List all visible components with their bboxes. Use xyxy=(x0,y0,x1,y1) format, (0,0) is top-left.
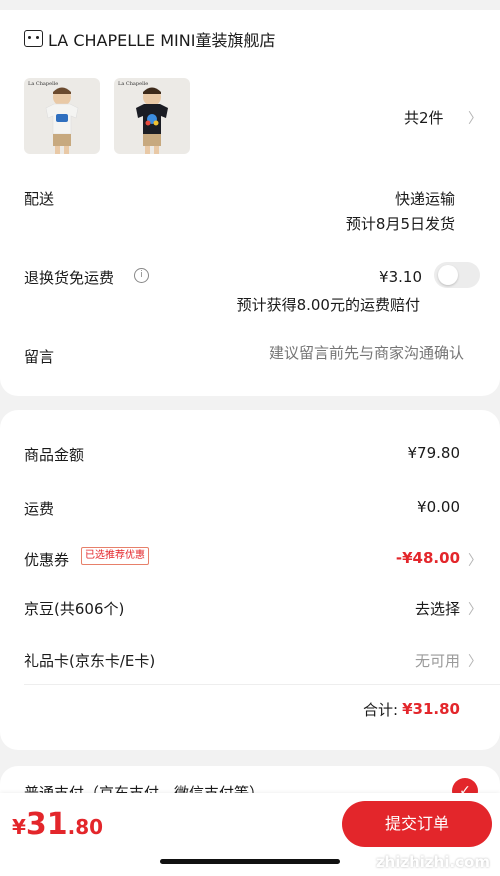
price-integer: 31 xyxy=(25,807,68,842)
info-icon[interactable]: i xyxy=(134,268,149,283)
product-thumbnail-2[interactable]: La Chapelle xyxy=(114,78,190,154)
total-value: ¥31.80 xyxy=(402,700,460,718)
giftcard-value[interactable]: 无可用 xyxy=(415,650,460,671)
divider xyxy=(24,684,500,685)
jingdou-label: 京豆(共606个) xyxy=(24,600,125,618)
order-store-card: LA CHAPELLE MINI童装旗舰店 La Chapelle La Cha… xyxy=(0,10,500,396)
thumbnail-brand: La Chapelle xyxy=(28,81,59,87)
store-icon xyxy=(24,30,43,47)
product-image xyxy=(136,87,168,154)
chevron-right-icon[interactable]: 〉 xyxy=(468,108,482,128)
return-insurance-toggle[interactable] xyxy=(434,262,480,288)
chevron-right-icon[interactable]: 〉 xyxy=(468,599,482,619)
message-label: 留言 xyxy=(24,348,55,366)
return-insurance-price: ¥3.10 xyxy=(379,268,422,286)
delivery-estimate: 预计8月5日发货 xyxy=(345,215,455,233)
store-name[interactable]: LA CHAPELLE MINI童装旗舰店 xyxy=(48,27,275,51)
return-insurance-note: 预计获得8.00元的运费赔付 xyxy=(237,294,420,315)
checkout-bar: ¥31.80 提交订单 zhizhizhi.com xyxy=(0,793,500,876)
home-indicator[interactable] xyxy=(160,859,340,864)
currency-symbol: ¥ xyxy=(12,815,26,839)
delivery-method[interactable]: 快递运输 xyxy=(395,188,455,209)
toggle-knob xyxy=(438,265,458,285)
shipping-label: 运费 xyxy=(24,500,55,518)
price-summary-card: 商品金额 ¥79.80 运费 ¥0.00 优惠券 已选推荐优惠 -¥48.00 … xyxy=(0,410,500,750)
bottom-total-price: ¥31.80 xyxy=(12,807,103,842)
coupon-label: 优惠券 xyxy=(24,551,70,569)
delivery-label: 配送 xyxy=(24,190,55,208)
coupon-badge: 已选推荐优惠 xyxy=(81,547,149,565)
goods-amount-value: ¥79.80 xyxy=(407,444,461,462)
goods-amount-label: 商品金额 xyxy=(24,446,85,464)
product-image xyxy=(45,87,79,154)
price-decimal: .80 xyxy=(67,815,104,839)
chevron-right-icon[interactable]: 〉 xyxy=(468,550,482,570)
total-label: 合计: xyxy=(362,701,398,719)
note-amount: 8.00 xyxy=(296,296,330,314)
return-insurance-label: 退换货免运费 xyxy=(24,269,115,287)
watermark: zhizhizhi.com xyxy=(375,853,490,871)
chevron-right-icon[interactable]: 〉 xyxy=(468,651,482,671)
thumbnail-brand: La Chapelle xyxy=(118,81,149,87)
item-count[interactable]: 共2件 xyxy=(404,107,452,128)
submit-order-button[interactable]: 提交订单 xyxy=(342,801,492,847)
shipping-value: ¥0.00 xyxy=(417,498,460,516)
giftcard-label: 礼品卡(京东卡/E卡) xyxy=(24,652,156,670)
note-prefix: 预计获得 xyxy=(236,296,297,314)
jingdou-value[interactable]: 去选择 xyxy=(415,598,460,619)
note-suffix: 元的运费赔付 xyxy=(329,296,420,314)
product-thumbnail-1[interactable]: La Chapelle xyxy=(24,78,100,154)
message-input[interactable] xyxy=(222,343,466,363)
coupon-value[interactable]: -¥48.00 xyxy=(396,549,460,567)
